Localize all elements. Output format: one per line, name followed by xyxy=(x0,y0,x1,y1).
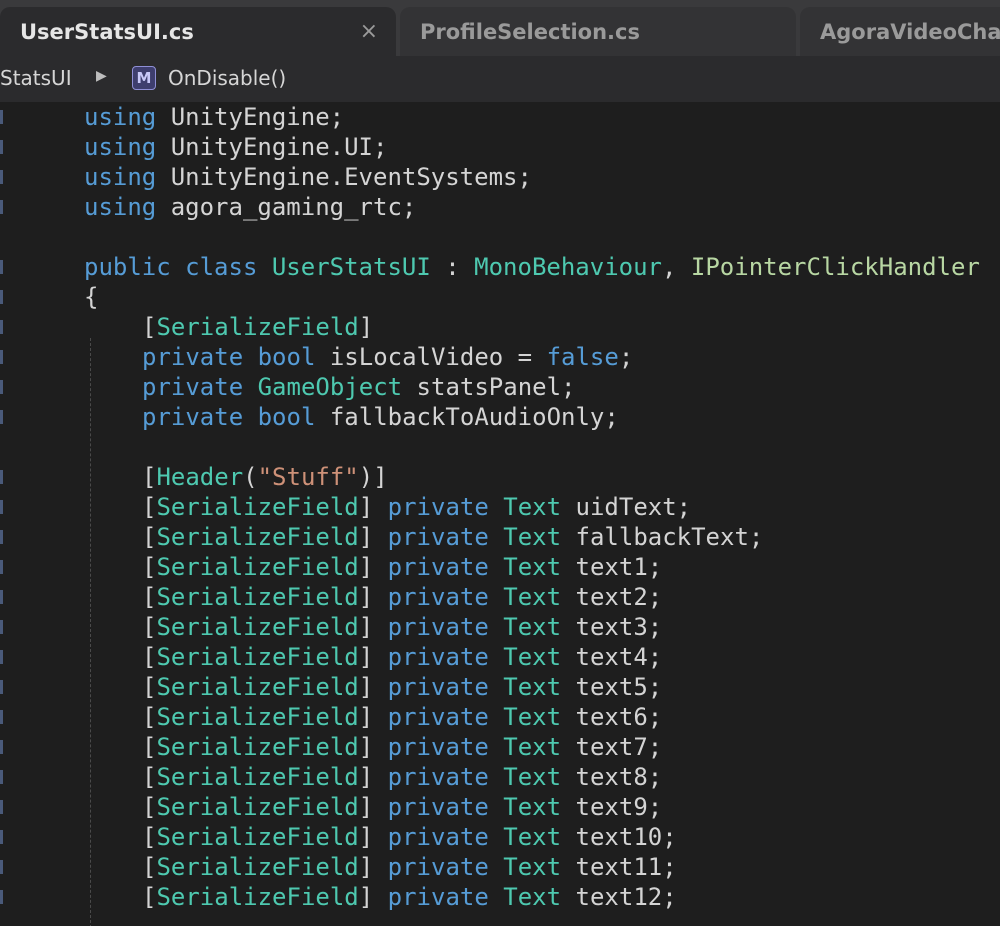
gutter-mark xyxy=(0,860,3,874)
code-line-field: private bool isLocalVideo = false; xyxy=(142,343,634,371)
gutter-mark xyxy=(0,290,3,304)
code-line-using: using UnityEngine.EventSystems; xyxy=(84,163,532,191)
breadcrumb-class[interactable]: StatsUI xyxy=(0,66,72,90)
gutter-mark xyxy=(0,410,3,424)
tab-label: AgoraVideoChat xyxy=(820,19,1000,44)
gutter-mark xyxy=(0,890,3,904)
code-line-text-field: [SerializeField] private Text text5; xyxy=(142,673,663,701)
code-line-brace: { xyxy=(84,283,99,311)
gutter-mark xyxy=(0,530,3,544)
code-line-text-field: [SerializeField] private Text text1; xyxy=(142,553,663,581)
code-line-text-field: [SerializeField] private Text fallbackTe… xyxy=(142,523,764,551)
gutter-mark xyxy=(0,800,3,814)
code-line-field: private bool fallbackToAudioOnly; xyxy=(142,403,619,431)
gutter-mark xyxy=(0,650,3,664)
indent-guide xyxy=(90,338,91,926)
tab-bar: UserStatsUI.cs × ProfileSelection.cs Ago… xyxy=(0,0,1000,56)
gutter-mark xyxy=(0,470,3,484)
code-line-text-field: [SerializeField] private Text text4; xyxy=(142,643,663,671)
code-line-using: using agora_gaming_rtc; xyxy=(84,193,417,221)
code-line-text-field: [SerializeField] private Text text9; xyxy=(142,793,663,821)
code-line-text-field: [SerializeField] private Text uidText; xyxy=(142,493,692,521)
gutter-mark xyxy=(0,320,3,334)
tab-userstatsui[interactable]: UserStatsUI.cs × xyxy=(0,7,396,56)
gutter-mark xyxy=(0,140,3,154)
gutter-mark xyxy=(0,350,3,364)
gutter-mark xyxy=(0,260,3,274)
code-line-using: using UnityEngine.UI; xyxy=(84,133,388,161)
code-line-text-field: [SerializeField] private Text text7; xyxy=(142,733,663,761)
code-line-text-field: [SerializeField] private Text text8; xyxy=(142,763,663,791)
code-line-text-field: [SerializeField] private Text text6; xyxy=(142,703,663,731)
code-line-text-field: [SerializeField] private Text text10; xyxy=(142,823,677,851)
code-line-class-decl: public class UserStatsUI : MonoBehaviour… xyxy=(84,253,980,281)
gutter-mark xyxy=(0,200,3,214)
gutter-mark xyxy=(0,170,3,184)
tab-label: ProfileSelection.cs xyxy=(420,19,640,44)
chevron-right-icon: ▶ xyxy=(96,68,107,84)
code-line-attribute: [SerializeField] xyxy=(142,313,374,341)
code-line-text-field: [SerializeField] private Text text11; xyxy=(142,853,677,881)
code-editor[interactable]: using UnityEngine; using UnityEngine.UI;… xyxy=(0,102,1000,926)
method-icon: M xyxy=(132,66,156,90)
code-line-header-attribute: [Header("Stuff")] xyxy=(142,463,388,491)
gutter-mark xyxy=(0,110,3,124)
tab-agoravideochat[interactable]: AgoraVideoChat xyxy=(800,7,1000,56)
gutter-mark xyxy=(0,620,3,634)
code-line-text-field: [SerializeField] private Text text12; xyxy=(142,883,677,911)
gutter-mark xyxy=(0,380,3,394)
gutter-mark xyxy=(0,740,3,754)
gutter-mark xyxy=(0,770,3,784)
breadcrumb-method[interactable]: OnDisable() xyxy=(168,66,286,90)
gutter-mark xyxy=(0,590,3,604)
tab-profileselection[interactable]: ProfileSelection.cs xyxy=(400,7,796,56)
code-line-using: using UnityEngine; xyxy=(84,103,345,131)
code-line-text-field: [SerializeField] private Text text2; xyxy=(142,583,663,611)
code-line-field: private GameObject statsPanel; xyxy=(142,373,576,401)
code-line-text-field: [SerializeField] private Text text3; xyxy=(142,613,663,641)
breadcrumb: StatsUI ▶ M OnDisable() xyxy=(0,56,1000,102)
tab-label: UserStatsUI.cs xyxy=(20,19,194,44)
gutter-mark xyxy=(0,830,3,844)
gutter-mark xyxy=(0,500,3,514)
gutter-mark xyxy=(0,710,3,724)
gutter-mark xyxy=(0,560,3,574)
close-icon[interactable]: × xyxy=(360,19,378,44)
gutter-mark xyxy=(0,680,3,694)
